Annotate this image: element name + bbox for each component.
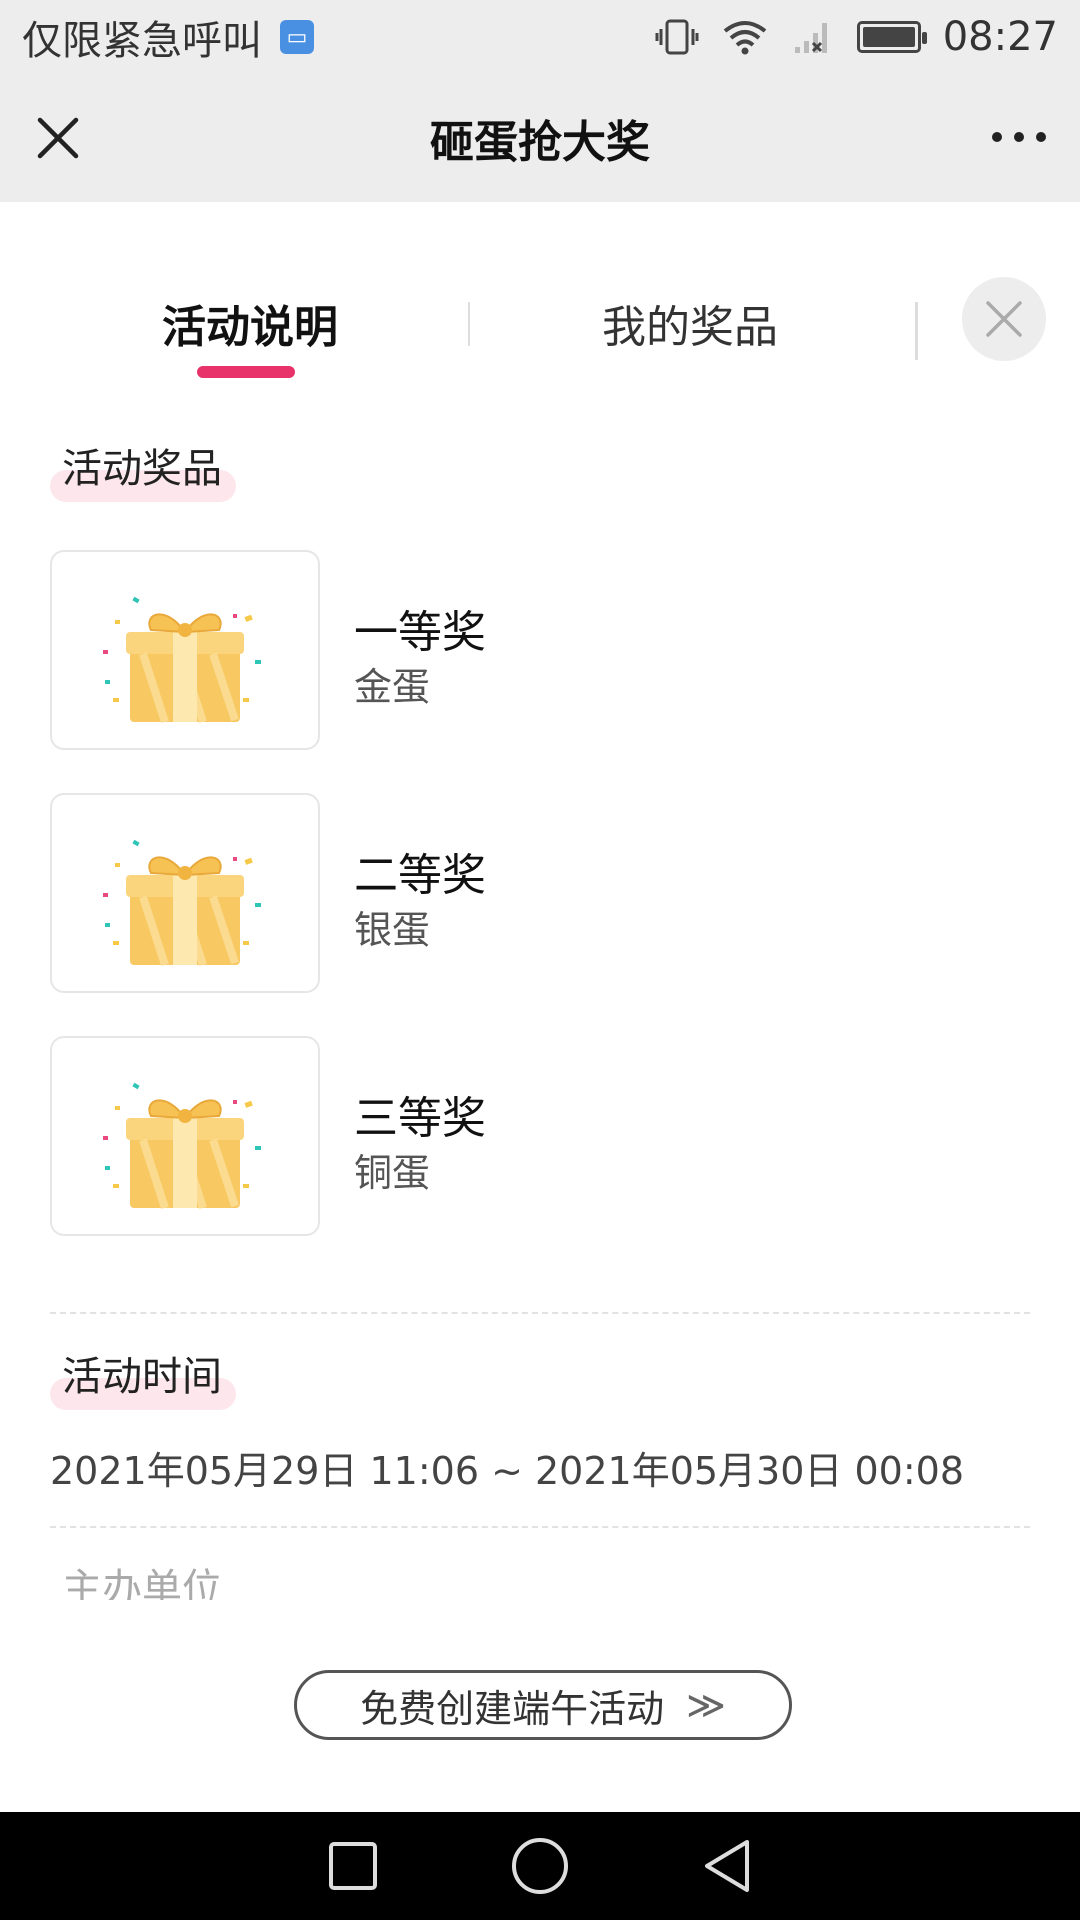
more-options-icon[interactable] xyxy=(984,112,1054,162)
create-activity-button[interactable]: 免费创建端午活动 ≫ xyxy=(294,1670,792,1740)
system-nav-bar xyxy=(0,1812,1080,1920)
panel-close-button[interactable] xyxy=(962,277,1046,361)
sim-card-icon: ▭ xyxy=(280,20,314,54)
close-icon[interactable] xyxy=(30,110,86,166)
activity-time-range: 2021年05月29日 11:06 ~ 2021年05月30日 00:08 xyxy=(50,1449,965,1493)
gift-box-icon xyxy=(103,596,261,724)
prize-rank: 三等奖 xyxy=(354,1093,486,1144)
prize-item: 二等奖 银蛋 xyxy=(50,793,950,995)
prize-rank: 二等奖 xyxy=(354,850,486,901)
status-bar: 仅限紧急呼叫 ▭ 08:27 xyxy=(0,0,1080,74)
vibrate-icon xyxy=(655,17,699,57)
prize-name: 铜蛋 xyxy=(354,1151,431,1195)
active-tab-indicator xyxy=(197,366,295,378)
prize-name: 银蛋 xyxy=(354,908,431,952)
create-activity-label: 免费创建端午活动 xyxy=(360,1686,665,1731)
double-chevron-right-icon: ≫ xyxy=(686,1683,726,1727)
section-time-title: 活动时间 xyxy=(62,1354,222,1400)
tab-divider xyxy=(468,302,470,346)
page-title: 砸蛋抢大奖 xyxy=(430,117,650,168)
divider xyxy=(50,1312,1030,1314)
battery-icon xyxy=(856,21,927,53)
section-time-header: 活动时间 xyxy=(50,1340,250,1410)
tab-my-prizes[interactable]: 我的奖品 xyxy=(560,278,820,368)
prize-image xyxy=(50,550,320,750)
home-icon[interactable] xyxy=(510,1836,570,1896)
prize-item: 一等奖 金蛋 xyxy=(50,550,950,752)
prize-item: 三等奖 铜蛋 xyxy=(50,1036,950,1238)
section-prizes-title: 活动奖品 xyxy=(62,446,222,492)
prize-image xyxy=(50,793,320,993)
carrier-text: 仅限紧急呼叫 xyxy=(22,18,262,64)
tab-bar: 活动说明 我的奖品 xyxy=(0,278,1080,388)
clock: 08:27 xyxy=(942,14,1058,60)
recent-apps-icon[interactable] xyxy=(323,1836,383,1896)
signal-icon xyxy=(791,17,835,57)
gift-box-icon xyxy=(103,1082,261,1210)
prize-name: 金蛋 xyxy=(354,665,431,709)
gift-box-icon xyxy=(103,839,261,967)
prize-image xyxy=(50,1036,320,1236)
section-organizer-title: 主办单位 xyxy=(62,1566,222,1600)
divider xyxy=(50,1526,1030,1528)
title-bar: 砸蛋抢大奖 xyxy=(0,74,1080,202)
wifi-icon xyxy=(721,17,769,57)
close-icon xyxy=(986,301,1022,337)
back-icon[interactable] xyxy=(697,1836,757,1896)
tab-divider xyxy=(915,302,918,360)
tab-activity-info[interactable]: 活动说明 xyxy=(120,278,380,368)
prize-rank: 一等奖 xyxy=(354,607,486,658)
section-prizes-header: 活动奖品 xyxy=(50,432,250,502)
